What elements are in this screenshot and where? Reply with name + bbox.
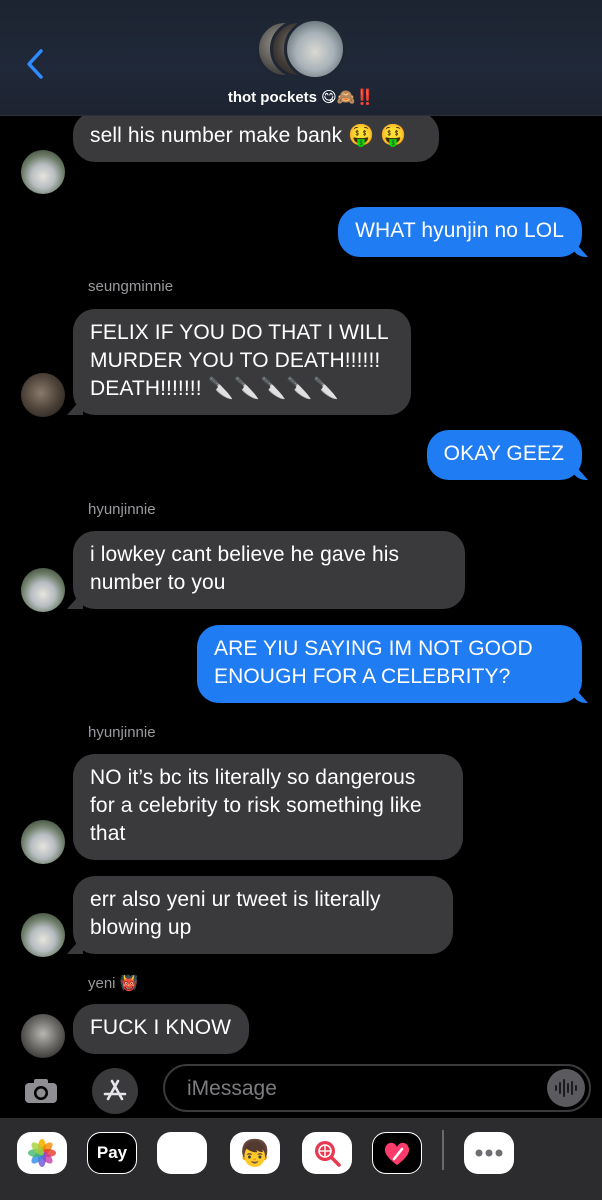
message-field[interactable] xyxy=(163,1064,591,1112)
group-avatars[interactable] xyxy=(256,18,348,80)
monkey-icon: 🐵 xyxy=(166,1137,198,1168)
seungminnie-avatar[interactable] xyxy=(21,373,65,417)
message-text: OKAY GEEZ xyxy=(443,442,564,465)
message-text: NO it’s bc its literally so dangerous fo… xyxy=(90,766,422,845)
sender-name: hyunjinnie xyxy=(88,724,156,741)
hyunjinnie-avatar[interactable] xyxy=(21,820,65,864)
apple-pay-label: Pay xyxy=(96,1143,128,1162)
incoming-message[interactable]: FUCK I KNOW xyxy=(73,1004,250,1054)
digital-touch-button[interactable] xyxy=(372,1132,422,1174)
more-apps-button[interactable] xyxy=(464,1132,514,1174)
app-store-icon xyxy=(103,1079,127,1101)
message-text: FELIX IF YOU DO THAT I WILL MURDER YOU T… xyxy=(90,321,388,400)
yeni-avatar[interactable] xyxy=(21,1014,65,1058)
animoji-button[interactable]: 🐵 xyxy=(157,1132,207,1174)
apple-pay-button[interactable]: Pay xyxy=(87,1132,137,1174)
outgoing-message[interactable]: WHAT hyunjin no LOL xyxy=(338,207,582,257)
memoji-icon: 👦 xyxy=(238,1137,272,1168)
back-button[interactable] xyxy=(22,46,48,82)
app-drawer: Pay 🐵 👦 xyxy=(0,1118,602,1200)
waveform-icon xyxy=(555,1079,577,1097)
message-text: i lowkey cant believe he gave his number… xyxy=(90,543,400,594)
camera-icon xyxy=(25,1079,57,1103)
camera-button[interactable] xyxy=(18,1068,64,1114)
message-text: err also yeni ur tweet is literally blow… xyxy=(90,888,381,939)
chevron-left-icon xyxy=(27,49,43,79)
hyunjinnie-avatar[interactable] xyxy=(21,150,65,194)
message-text: sell his number make bank 🤑 🤑 xyxy=(90,124,407,147)
message-text: WHAT hyunjin no LOL xyxy=(355,219,564,242)
photos-app-button[interactable] xyxy=(17,1132,67,1174)
ellipsis-icon xyxy=(475,1149,503,1157)
outgoing-message[interactable]: OKAY GEEZ xyxy=(426,430,582,480)
drawer-divider xyxy=(442,1130,444,1170)
sender-name: yeni 👹 xyxy=(88,975,139,992)
globe-search-icon xyxy=(315,1141,341,1167)
sender-name: seungminnie xyxy=(88,278,174,295)
incoming-message[interactable]: FELIX IF YOU DO THAT I WILL MURDER YOU T… xyxy=(73,309,411,415)
group-avatar xyxy=(284,18,346,80)
message-text: FUCK I KNOW xyxy=(90,1016,232,1039)
incoming-message[interactable]: i lowkey cant believe he gave his number… xyxy=(73,531,465,609)
outgoing-message[interactable]: ARE YIU SAYING IM NOT GOOD ENOUGH FOR A … xyxy=(197,625,582,703)
incoming-message[interactable]: sell his number make bank 🤑 🤑 xyxy=(73,116,439,162)
hyunjinnie-avatar[interactable] xyxy=(21,568,65,612)
sender-name: hyunjinnie xyxy=(88,501,156,518)
conversation-header: thot pockets 😋🙈‼️ xyxy=(0,0,602,116)
message-input[interactable] xyxy=(187,1074,517,1104)
group-name[interactable]: thot pockets 😋🙈‼️ xyxy=(0,88,602,106)
message-text: ARE YIU SAYING IM NOT GOOD ENOUGH FOR A … xyxy=(214,637,533,688)
audio-message-button[interactable] xyxy=(547,1069,585,1107)
hyunjinnie-avatar[interactable] xyxy=(21,913,65,957)
memoji-button[interactable]: 👦 xyxy=(230,1132,280,1174)
photos-icon xyxy=(28,1139,56,1167)
image-search-button[interactable] xyxy=(302,1132,352,1174)
heart-touch-icon xyxy=(384,1142,410,1165)
message-thread[interactable]: sell his number make bank 🤑 🤑 WHAT hyunj… xyxy=(0,116,602,1060)
compose-bar xyxy=(0,1060,602,1118)
app-store-button[interactable] xyxy=(92,1068,138,1114)
incoming-message[interactable]: NO it’s bc its literally so dangerous fo… xyxy=(73,754,463,860)
incoming-message[interactable]: err also yeni ur tweet is literally blow… xyxy=(73,876,453,954)
